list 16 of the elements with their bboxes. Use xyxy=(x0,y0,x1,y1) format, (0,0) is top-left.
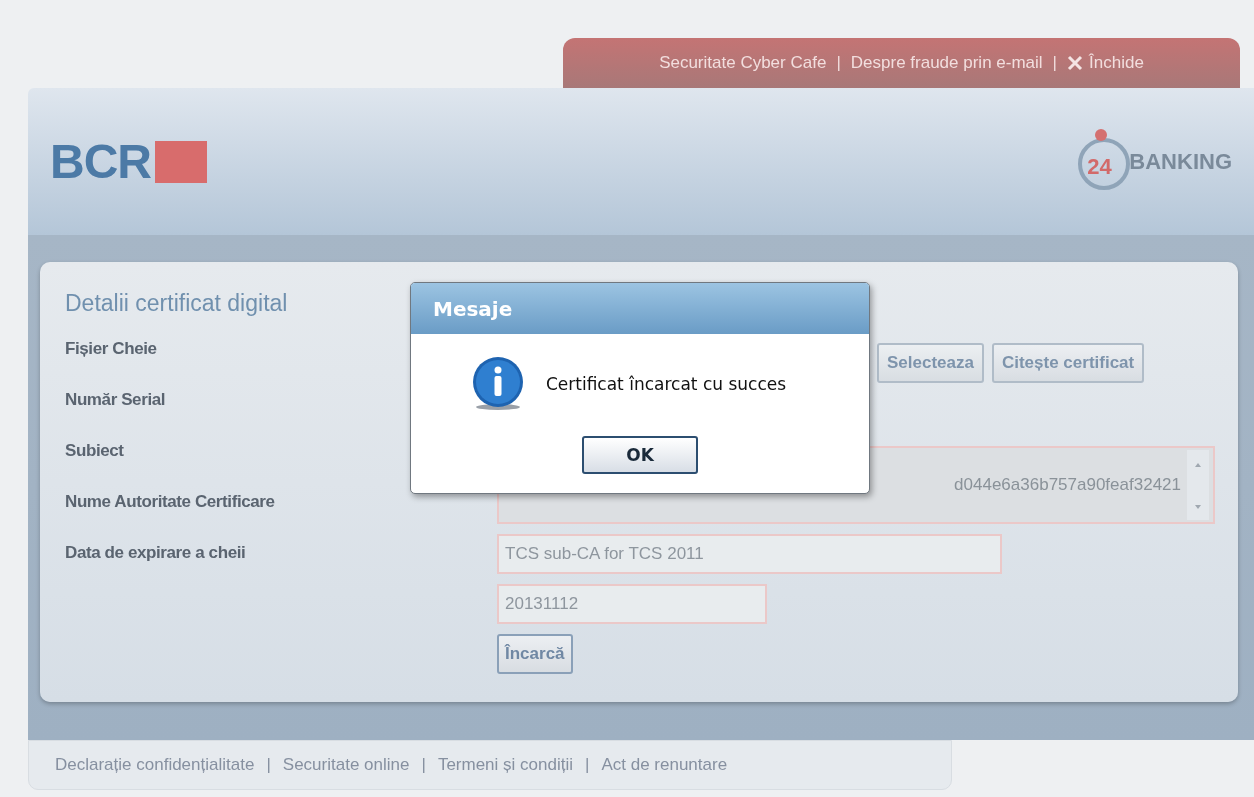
field-label: Subiect xyxy=(65,441,124,462)
separator: | xyxy=(266,755,271,775)
separator: | xyxy=(421,755,426,775)
badge-number: 24 xyxy=(1087,153,1112,180)
separator: | xyxy=(585,755,590,775)
field-label: Nume Autoritate Certificare xyxy=(65,492,275,513)
field-label: Număr Serial xyxy=(65,390,166,411)
badge-text: BANKING xyxy=(1129,148,1232,175)
field-label: Data de expirare a cheii xyxy=(65,543,246,564)
panel-title: Detalii certificat digital xyxy=(65,290,288,317)
dialog-title: Mesaje xyxy=(433,296,513,321)
separator: | xyxy=(836,53,841,73)
bank-logo: BCR xyxy=(50,134,151,189)
field-label: Fișier Cheie xyxy=(65,339,157,360)
dialog-message: Certificat încarcat cu succes xyxy=(545,374,787,394)
separator: | xyxy=(1052,53,1058,73)
